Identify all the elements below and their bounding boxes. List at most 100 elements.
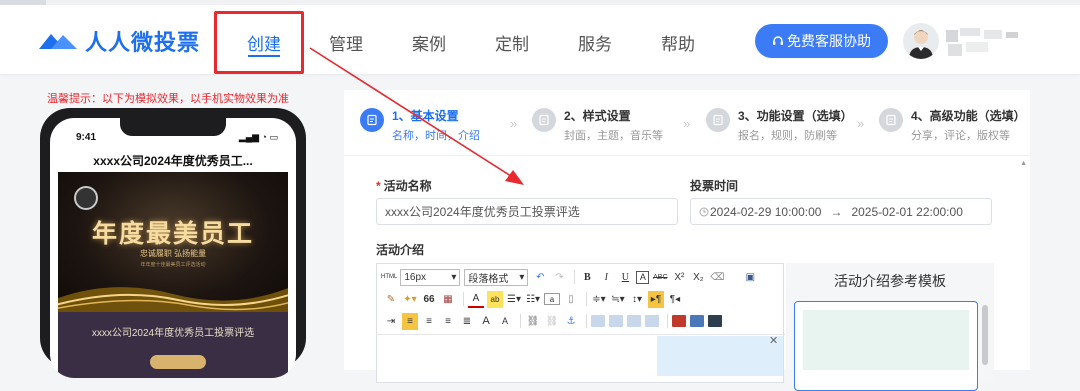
- highlight-button[interactable]: ab: [487, 290, 503, 308]
- user-avatar[interactable]: [903, 23, 939, 59]
- scroll-up-icon[interactable]: ▲: [1020, 160, 1027, 167]
- doc-icon: [706, 108, 730, 132]
- preview-tip: 温馨提示：以下为模拟效果，以手机实物效果为准: [47, 93, 289, 105]
- brand-logo[interactable]: 人人微投票: [37, 26, 200, 56]
- eraser-icon[interactable]: ⌫: [709, 269, 725, 286]
- video-icon[interactable]: [708, 315, 722, 327]
- table-icon[interactable]: [690, 315, 704, 327]
- phone-screen: 9:41 ▂▄▆ ◔ ▭ xxxx公司2024年度优秀员工... 年度最美员工 …: [50, 118, 296, 378]
- template-card[interactable]: [794, 301, 978, 391]
- italic-button[interactable]: I: [598, 269, 614, 286]
- doc-icon: [532, 108, 556, 132]
- rtl-icon[interactable]: ¶◂: [667, 291, 683, 308]
- step-title: 4、高级功能（选填）: [911, 109, 1026, 123]
- highlight-annotation-box: [214, 11, 304, 74]
- font-color-button[interactable]: A: [468, 291, 484, 308]
- username-blurred[interactable]: [944, 26, 1034, 60]
- step-title: 1、基本设置: [392, 109, 459, 123]
- phone-preview: 9:41 ▂▄▆ ◔ ▭ xxxx公司2024年度优秀员工... 年度最美员工 …: [40, 108, 306, 378]
- editor-toolbar-row-1: HTML 16px ▾ 段落格式 ▾ ↶ ↷ B I U A ABC X² X₂ ⌫…: [377, 266, 785, 288]
- format-brush-icon[interactable]: ✎: [383, 291, 399, 308]
- browser-tab[interactable]: [0, 0, 46, 5]
- unlink-icon[interactable]: ⛓: [544, 313, 560, 330]
- html-source-button[interactable]: HTML: [381, 269, 397, 286]
- font-decrease-button[interactable]: A: [497, 313, 513, 330]
- customer-service-button[interactable]: 免费客服协助: [755, 24, 888, 58]
- templates-title: 活动介绍参考模板: [834, 273, 946, 289]
- line-height-icon[interactable]: ↕▾: [629, 291, 645, 308]
- align-right-icon[interactable]: ≡: [440, 313, 456, 330]
- status-signal-icon: ▂▄▆ ◔ ▭: [238, 132, 278, 142]
- superscript-button[interactable]: X²: [671, 269, 687, 286]
- editor-toolbar-row-3: ⇥ ≡ ≡ ≡ ≣ A A ⛓ ⛓ ⚓: [377, 310, 785, 332]
- doc-icon: [360, 108, 384, 132]
- paint-icon[interactable]: ✦▾: [402, 291, 418, 308]
- activity-intro-label: 活动介绍: [376, 243, 425, 257]
- medal-icon: [74, 186, 98, 210]
- start-time: 2024-02-29 10:00:00: [710, 204, 822, 219]
- editor-popup: [657, 336, 783, 376]
- font-size-select[interactable]: 16px ▾: [400, 268, 461, 286]
- gold-wave-decoration: [58, 287, 288, 312]
- redo-icon[interactable]: ↷: [551, 269, 567, 286]
- bold-button[interactable]: B: [579, 269, 595, 286]
- preview-icon[interactable]: ▣: [742, 269, 758, 286]
- row-spacing-top-icon[interactable]: ≑▾: [591, 291, 607, 308]
- nav-cases[interactable]: 案例: [412, 30, 446, 55]
- align-center-icon[interactable]: ≡: [421, 313, 437, 330]
- text-box-icon[interactable]: a: [544, 293, 560, 305]
- paragraph-select[interactable]: 段落格式 ▾: [464, 268, 529, 286]
- settings-card: 1、基本设置 名称，时间，介绍 » 2、样式设置 封面，主题，音乐等 » 3、功…: [344, 90, 1030, 391]
- vote-time-label: 投票时间: [690, 179, 739, 193]
- image-right-icon[interactable]: [627, 315, 641, 327]
- image-center-icon[interactable]: [645, 315, 659, 327]
- person-avatar-icon: [909, 30, 933, 59]
- headset-icon: [773, 36, 783, 45]
- image-insert-icon[interactable]: [672, 315, 686, 327]
- activity-name-input[interactable]: xxxx公司2024年度优秀员工投票评选: [376, 198, 678, 225]
- status-time: 9:41: [76, 132, 97, 143]
- image-none-icon[interactable]: [609, 315, 623, 327]
- font-increase-button[interactable]: A: [478, 313, 494, 330]
- clear-doc-icon[interactable]: ▯: [563, 291, 579, 308]
- phone-body: xxxx公司2024年度优秀员工投票评选: [58, 312, 288, 378]
- row-spacing-bottom-icon[interactable]: ≒▾: [610, 291, 626, 308]
- align-left-icon[interactable]: ≡: [402, 312, 418, 330]
- indent-icon[interactable]: ⇥: [383, 313, 399, 330]
- ltr-icon[interactable]: ▸¶: [648, 290, 664, 308]
- nav-help[interactable]: 帮助: [661, 30, 695, 55]
- templates-scrollbar[interactable]: [982, 305, 988, 365]
- service-button-label: 免费客服协助: [787, 33, 871, 49]
- paste-icon[interactable]: ▦: [440, 291, 456, 308]
- top-navbar: 人人微投票 创建 管理 案例 定制 服务 帮助 免费客服协助: [0, 0, 1080, 74]
- underline-button[interactable]: U: [617, 269, 633, 286]
- editor-toolbar-row-2: ✎ ✦▾ 66 ▦ A ab ☰▾ ☷▾ a ▯ ≑▾ ≒▾ ↕▾ ▸¶ ¶◂: [377, 288, 785, 310]
- step-title: 2、样式设置: [564, 109, 631, 123]
- rich-text-editor[interactable]: HTML 16px ▾ 段落格式 ▾ ↶ ↷ B I U A ABC X² X₂ ⌫…: [376, 263, 785, 383]
- nav-custom[interactable]: 定制: [495, 30, 529, 55]
- subscript-button[interactable]: X₂: [690, 269, 706, 286]
- logo-text: 人人微投票: [85, 30, 201, 55]
- close-icon[interactable]: ✕: [769, 334, 778, 347]
- font-border-button[interactable]: A: [636, 270, 650, 284]
- chevron-right-icon: »: [510, 116, 518, 131]
- undo-icon[interactable]: ↶: [532, 269, 548, 286]
- ordered-list-icon[interactable]: ☰▾: [506, 291, 522, 308]
- step-subtitle: 封面，主题，音乐等: [564, 130, 663, 142]
- image-left-icon[interactable]: [591, 315, 605, 327]
- banner-subtitle: 忠诚履职 弘扬能量: [139, 249, 207, 258]
- align-justify-icon[interactable]: ≣: [459, 313, 475, 330]
- end-time: 2025-02-01 22:00:00: [851, 204, 963, 219]
- anchor-icon[interactable]: ⚓: [563, 313, 579, 330]
- logo-mountain-icon: [39, 34, 77, 49]
- activity-name-label: * 活动名称: [376, 179, 432, 193]
- nav-manage[interactable]: 管理: [329, 30, 363, 55]
- step-title: 3、功能设置（选填）: [738, 109, 853, 123]
- phone-page-title: xxxx公司2024年度优秀员工...: [93, 154, 253, 168]
- strikethrough-button[interactable]: ABC: [652, 269, 668, 286]
- quote-button[interactable]: 66: [421, 291, 437, 308]
- vote-time-range[interactable]: 2024-02-29 10:00:00 → 2025-02-01 22:00:0…: [690, 198, 992, 225]
- link-icon[interactable]: ⛓: [525, 313, 541, 330]
- unordered-list-icon[interactable]: ☷▾: [525, 291, 541, 308]
- nav-service[interactable]: 服务: [578, 30, 612, 55]
